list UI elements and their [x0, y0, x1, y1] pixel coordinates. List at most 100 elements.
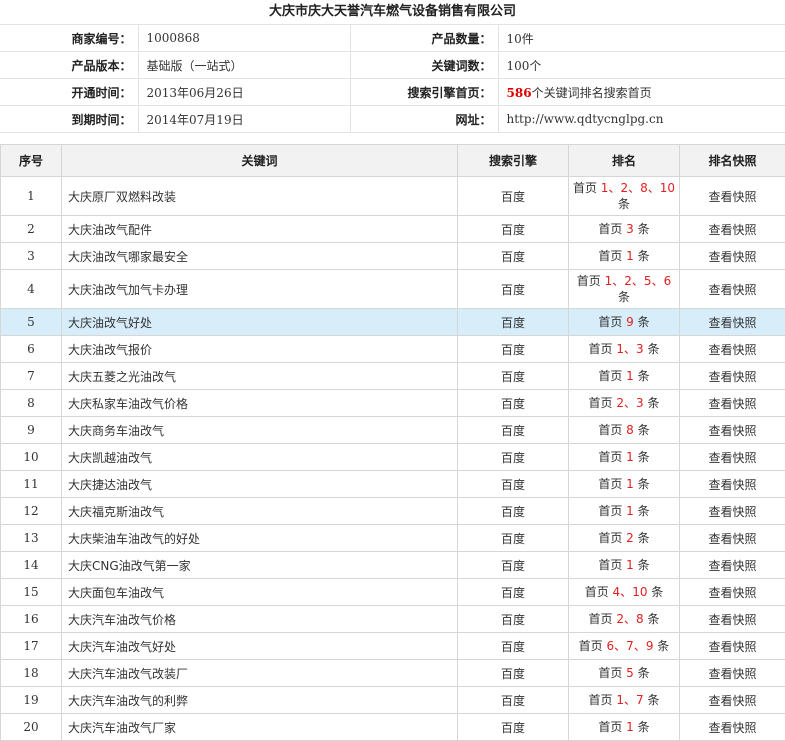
view-snapshot-link[interactable]: 查看快照	[680, 687, 785, 714]
view-snapshot-link[interactable]: 查看快照	[680, 714, 785, 741]
table-row[interactable]: 8大庆私家车油改气价格百度首页 2、3 条查看快照	[1, 390, 785, 417]
table-row[interactable]: 19大庆汽车油改气的利弊百度首页 1、7 条查看快照	[1, 687, 785, 714]
rank-suffix: 条	[647, 342, 659, 356]
rank-prefix: 首页	[598, 558, 622, 572]
info-row: 产品版本： 基础版（一站式） 关键词数： 100个	[0, 52, 785, 79]
keyword-rows: 1大庆原厂双燃料改装百度首页 1、2、8、10 条查看快照2大庆油改气配件百度首…	[1, 177, 785, 741]
view-snapshot-link[interactable]: 查看快照	[680, 444, 785, 471]
rank-position: 2	[620, 181, 628, 195]
table-row[interactable]: 1大庆原厂双燃料改装百度首页 1、2、8、10 条查看快照	[1, 177, 785, 216]
expire-date-value: 2014年07月19日	[138, 106, 350, 133]
keyword-cell: 大庆汽车油改气厂家	[62, 714, 458, 741]
rank-cell: 首页 1 条	[569, 471, 680, 498]
keyword-cell: 大庆五菱之光油改气	[62, 363, 458, 390]
keyword-cell: 大庆油改气加气卡办理	[62, 270, 458, 309]
rank-cell: 首页 2 条	[569, 525, 680, 552]
table-row[interactable]: 5大庆油改气好处百度首页 9 条查看快照	[1, 309, 785, 336]
row-number: 7	[1, 363, 62, 390]
row-number: 6	[1, 336, 62, 363]
table-row[interactable]: 6大庆油改气报价百度首页 1、3 条查看快照	[1, 336, 785, 363]
engine-cell: 百度	[458, 444, 569, 471]
view-snapshot-link[interactable]: 查看快照	[680, 270, 785, 309]
table-row[interactable]: 11大庆捷达油改气百度首页 1 条查看快照	[1, 471, 785, 498]
col-header-snapshot: 排名快照	[680, 145, 785, 177]
col-header-rank: 排名	[569, 145, 680, 177]
view-snapshot-link[interactable]: 查看快照	[680, 498, 785, 525]
engine-cell: 百度	[458, 417, 569, 444]
keyword-ranking-table: 序号 关键词 搜索引擎 排名 排名快照 1大庆原厂双燃料改装百度首页 1、2、8…	[0, 144, 785, 741]
product-version-label: 产品版本：	[0, 52, 138, 79]
view-snapshot-link[interactable]: 查看快照	[680, 309, 785, 336]
view-snapshot-link[interactable]: 查看快照	[680, 471, 785, 498]
view-snapshot-link[interactable]: 查看快照	[680, 363, 785, 390]
table-row[interactable]: 13大庆柴油车油改气的好处百度首页 2 条查看快照	[1, 525, 785, 552]
rank-prefix: 首页	[598, 477, 622, 491]
rank-position: 8	[640, 181, 648, 195]
table-row[interactable]: 3大庆油改气哪家最安全百度首页 1 条查看快照	[1, 243, 785, 270]
view-snapshot-link[interactable]: 查看快照	[680, 243, 785, 270]
table-row[interactable]: 10大庆凯越油改气百度首页 1 条查看快照	[1, 444, 785, 471]
view-snapshot-link[interactable]: 查看快照	[680, 417, 785, 444]
rank-position: 3	[626, 222, 634, 236]
table-row[interactable]: 9大庆商务车油改气百度首页 8 条查看快照	[1, 417, 785, 444]
engine-cell: 百度	[458, 606, 569, 633]
rank-position: 8	[636, 612, 644, 626]
view-snapshot-link[interactable]: 查看快照	[680, 177, 785, 216]
rank-cell: 首页 2、3 条	[569, 390, 680, 417]
table-row[interactable]: 15大庆面包车油改气百度首页 4、10 条查看快照	[1, 579, 785, 606]
rank-suffix: 条	[651, 585, 663, 599]
engine-cell: 百度	[458, 216, 569, 243]
search-homepage-label: 搜索引擎首页：	[350, 79, 498, 106]
table-row[interactable]: 14大庆CNG油改气第一家百度首页 1 条查看快照	[1, 552, 785, 579]
rank-prefix: 首页	[589, 396, 613, 410]
product-version-value: 基础版（一站式）	[138, 52, 350, 79]
rank-position: 1	[626, 477, 634, 491]
view-snapshot-link[interactable]: 查看快照	[680, 606, 785, 633]
view-snapshot-link[interactable]: 查看快照	[680, 216, 785, 243]
row-number: 1	[1, 177, 62, 216]
product-count-label: 产品数量：	[350, 25, 498, 52]
view-snapshot-link[interactable]: 查看快照	[680, 525, 785, 552]
rank-suffix: 条	[638, 477, 650, 491]
rank-cell: 首页 1、2、8、10 条	[569, 177, 680, 216]
view-snapshot-link[interactable]: 查看快照	[680, 336, 785, 363]
website-link[interactable]: http://www.qdtycnglpg.cn	[498, 106, 785, 133]
view-snapshot-link[interactable]: 查看快照	[680, 633, 785, 660]
table-row[interactable]: 4大庆油改气加气卡办理百度首页 1、2、5、6 条查看快照	[1, 270, 785, 309]
view-snapshot-link[interactable]: 查看快照	[680, 552, 785, 579]
table-row[interactable]: 17大庆汽车油改气好处百度首页 6、7、9 条查看快照	[1, 633, 785, 660]
rank-position: 1	[626, 249, 634, 263]
rank-cell: 首页 1、7 条	[569, 687, 680, 714]
row-number: 5	[1, 309, 62, 336]
table-row[interactable]: 20大庆汽车油改气厂家百度首页 1 条查看快照	[1, 714, 785, 741]
search-homepage-value: 586个关键词排名搜索首页	[498, 79, 785, 106]
view-snapshot-link[interactable]: 查看快照	[680, 579, 785, 606]
rank-prefix: 首页	[598, 504, 622, 518]
engine-cell: 百度	[458, 363, 569, 390]
row-number: 19	[1, 687, 62, 714]
table-row[interactable]: 2大庆油改气配件百度首页 3 条查看快照	[1, 216, 785, 243]
rank-suffix: 条	[638, 558, 650, 572]
rank-suffix: 条	[657, 639, 669, 653]
info-row: 到期时间： 2014年07月19日 网址： http://www.qdtycng…	[0, 106, 785, 133]
rank-position: 2	[624, 274, 632, 288]
rank-cell: 首页 2、8 条	[569, 606, 680, 633]
rank-position: 5	[626, 666, 634, 680]
view-snapshot-link[interactable]: 查看快照	[680, 660, 785, 687]
row-number: 15	[1, 579, 62, 606]
table-row[interactable]: 18大庆汽车油改气改装厂百度首页 5 条查看快照	[1, 660, 785, 687]
table-row[interactable]: 12大庆福克斯油改气百度首页 1 条查看快照	[1, 498, 785, 525]
keyword-cell: 大庆油改气好处	[62, 309, 458, 336]
table-row[interactable]: 16大庆汽车油改气价格百度首页 2、8 条查看快照	[1, 606, 785, 633]
rank-suffix: 条	[647, 693, 659, 707]
row-number: 11	[1, 471, 62, 498]
rank-suffix: 条	[638, 531, 650, 545]
table-row[interactable]: 7大庆五菱之光油改气百度首页 1 条查看快照	[1, 363, 785, 390]
view-snapshot-link[interactable]: 查看快照	[680, 390, 785, 417]
merchant-id-value: 1000868	[138, 25, 350, 52]
engine-cell: 百度	[458, 270, 569, 309]
rank-suffix: 条	[647, 612, 659, 626]
keyword-count-value: 100个	[498, 52, 785, 79]
product-count-value: 10件	[498, 25, 785, 52]
rank-cell: 首页 1 条	[569, 243, 680, 270]
